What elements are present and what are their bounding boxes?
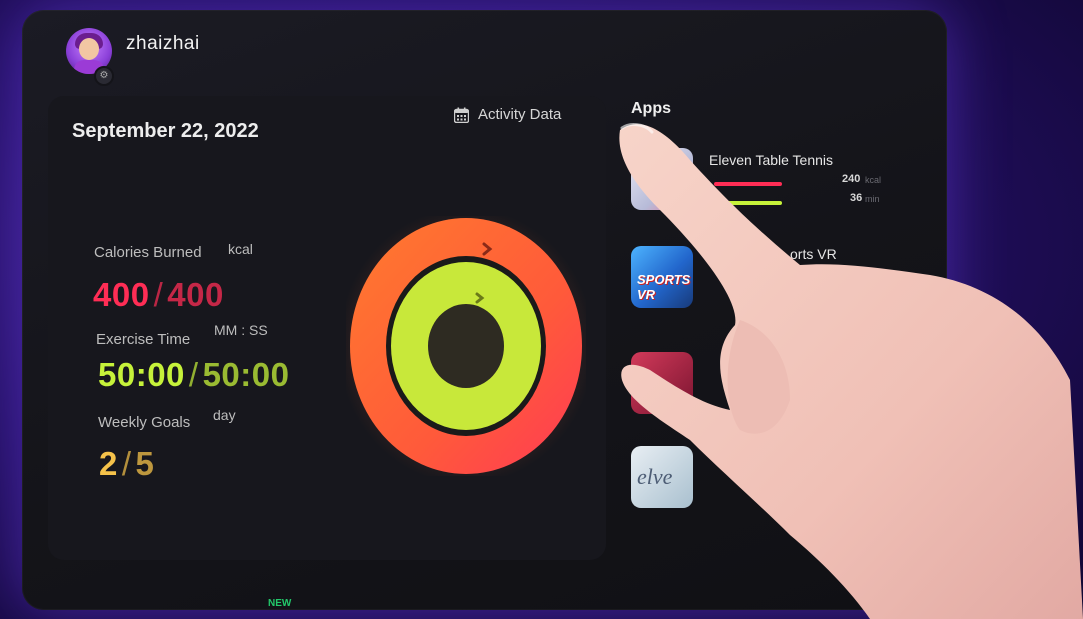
weekly-goals-value: 2 — [99, 445, 118, 482]
calories-value-group: 400/400 — [93, 276, 224, 314]
calories-label: Calories Burned — [94, 244, 202, 261]
weekly-goals-value-group: 2/5 — [99, 445, 154, 483]
activity-date: September 22, 2022 — [72, 120, 259, 142]
app-1-minutes-unit: min — [865, 194, 880, 204]
apps-title: Apps — [631, 100, 671, 117]
sports-vr-logo: SPORTS VR — [637, 272, 691, 302]
ring-center — [428, 304, 504, 388]
weekly-goals-unit: day — [213, 407, 236, 423]
activity-data-button[interactable]: Activity Data — [454, 106, 561, 123]
app-name-1[interactable]: Eleven Table Tennis — [709, 152, 833, 168]
activity-rings[interactable] — [346, 216, 586, 476]
exercise-value-group: 50:00/50:00 — [98, 356, 289, 394]
calories-unit: kcal — [228, 241, 253, 257]
new-badge: NEW — [268, 598, 292, 609]
exercise-label: Exercise Time — [96, 331, 191, 348]
app-icon-3[interactable] — [631, 352, 693, 414]
username: zhaizhai — [126, 33, 200, 54]
app-1-calories-bar — [714, 182, 782, 186]
app-icon-sports-vr[interactable]: SPORTS VR — [631, 246, 693, 308]
weekly-goals-goal: 5 — [135, 445, 155, 482]
app-name-2[interactable]: orts VR — [790, 246, 837, 262]
weekly-goals-separator: / — [121, 445, 132, 482]
app-1-minutes-value: 36 — [850, 192, 863, 204]
app-icon-elven-assassin[interactable]: elve — [631, 446, 693, 508]
calories-value: 400 — [93, 276, 150, 313]
settings-badge-icon[interactable]: ⚙ — [94, 66, 114, 86]
exercise-goal: 50:00 — [202, 356, 290, 393]
exercise-separator: / — [188, 356, 199, 393]
weekly-goals-label: Weekly Goals — [98, 414, 191, 431]
profile-header[interactable]: zhaizhai — [66, 28, 200, 74]
exercise-value: 50:00 — [98, 356, 185, 393]
app-icon-eleven-table-tennis[interactable] — [631, 148, 693, 210]
elven-logo: elve — [637, 464, 673, 489]
calories-separator: / — [153, 276, 164, 313]
app-1-calories-unit: kcal — [865, 175, 882, 185]
calories-goal: 400 — [167, 276, 224, 313]
activity-data-label: Activity Data — [478, 106, 562, 123]
calendar-icon — [454, 107, 469, 123]
app-1-exercise-bar — [714, 201, 782, 205]
app-1-calories-value: 240 — [842, 173, 861, 185]
app-name-4[interactable]: n Assas — [751, 442, 800, 458]
avatar-face — [79, 38, 99, 60]
exercise-unit: MM : SS — [214, 322, 268, 338]
